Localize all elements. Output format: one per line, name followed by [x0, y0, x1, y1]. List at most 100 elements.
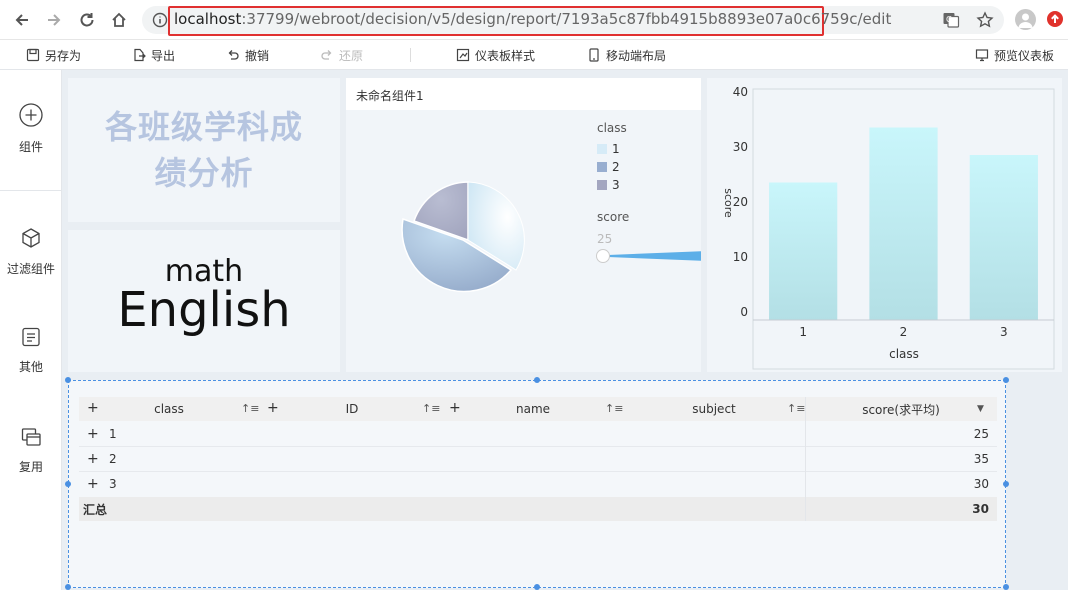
expand-plus-icon[interactable]: +: [87, 422, 99, 446]
sidebar-item-label: 复用: [18, 460, 43, 474]
dashboard-style-icon: [456, 48, 470, 62]
row-class-cell: 1: [109, 427, 117, 441]
expand-plus-icon[interactable]: +: [87, 400, 99, 416]
x-axis-label: class: [889, 347, 919, 361]
x-tick-label: 3: [1000, 325, 1008, 339]
row-class-cell: 2: [109, 452, 117, 466]
column-header-class[interactable]: class: [109, 397, 229, 421]
column-header-score[interactable]: score(求平均): [809, 397, 993, 421]
y-tick-label: 30: [733, 140, 748, 154]
size-legend-value: 25: [597, 232, 613, 246]
resize-handle[interactable]: [65, 584, 71, 590]
dashboard-style-button[interactable]: 仪表板样式: [456, 46, 535, 64]
toolbar-divider: [410, 48, 411, 62]
forward-arrow-icon[interactable]: [42, 8, 66, 32]
expand-plus-icon[interactable]: +: [87, 472, 99, 496]
bar-chart[interactable]: 0102030401 2 3 score class: [707, 78, 1062, 372]
resize-handle[interactable]: [65, 377, 71, 383]
export-button[interactable]: 导出: [132, 46, 175, 64]
bar-class-3[interactable]: [969, 155, 1038, 320]
document-icon: [22, 327, 40, 347]
legend-item[interactable]: 1: [597, 142, 620, 156]
legend-swatch: [597, 162, 607, 172]
undo-label: 撤销: [245, 48, 270, 63]
sidebar-item-reuse[interactable]: 复用: [0, 426, 62, 475]
bar-class-1[interactable]: [769, 182, 838, 321]
bookmark-star-icon[interactable]: [976, 11, 994, 33]
url-path: :37799/webroot/decision/v5/design/report…: [241, 10, 892, 28]
legend-label: 2: [612, 160, 620, 174]
resize-handle[interactable]: [1003, 584, 1009, 590]
sort-icon[interactable]: ↑≡: [422, 402, 440, 415]
dashboard-title-line1: 各班级学科成: [104, 108, 303, 146]
pie-chart-widget[interactable]: 未命名组件1 class 1 2 3 score 25: [346, 78, 701, 372]
sort-icon[interactable]: ↑≡: [605, 402, 623, 415]
save-as-button[interactable]: 另存为: [26, 46, 81, 64]
pie-chart[interactable]: [392, 174, 532, 314]
pie-legend-title: class: [597, 121, 627, 135]
column-header-subject[interactable]: subject: [634, 397, 794, 421]
expand-plus-icon[interactable]: +: [449, 400, 461, 416]
table-total-row[interactable]: 汇总 30: [79, 497, 997, 521]
back-arrow-icon[interactable]: [10, 8, 34, 32]
dashboard-title-line2: 绩分析: [154, 154, 254, 192]
subjects-text-widget[interactable]: math English: [68, 230, 340, 372]
sort-icon[interactable]: ↑≡: [241, 402, 259, 415]
title-widget[interactable]: 各班级学科成 绩分析: [68, 78, 340, 222]
size-legend-bar: [608, 251, 701, 261]
preview-dashboard-button[interactable]: 预览仪表板: [975, 46, 1054, 64]
total-label: 汇总: [83, 502, 108, 517]
table-header: + class ↑≡ + ID ↑≡ + name ↑≡ subject ↑≡ …: [79, 397, 997, 421]
resize-handle[interactable]: [1003, 481, 1009, 487]
home-icon[interactable]: [107, 8, 131, 32]
redo-icon: [321, 50, 332, 60]
svg-text:G: G: [946, 15, 952, 24]
info-icon[interactable]: [152, 12, 168, 32]
resize-handle[interactable]: [534, 377, 540, 383]
redo-button[interactable]: 还原: [320, 46, 363, 64]
resize-handle[interactable]: [65, 481, 71, 487]
table-row[interactable]: + 3 30: [79, 472, 997, 496]
legend-item[interactable]: 3: [597, 178, 620, 192]
bar-chart-widget[interactable]: 0 10 20 30 40 1 2 3 score class: [707, 78, 1062, 372]
chevron-down-icon[interactable]: ▼: [977, 404, 984, 414]
legend-swatch: [597, 180, 607, 190]
legend-item[interactable]: 2: [597, 160, 620, 174]
mobile-layout-button[interactable]: 移动端布局: [587, 46, 666, 64]
resize-handle[interactable]: [1003, 377, 1009, 383]
export-icon: [134, 48, 146, 62]
sidebar-item-other[interactable]: 其他: [0, 326, 62, 375]
table-row[interactable]: + 2 35: [79, 447, 997, 471]
update-icon[interactable]: [1046, 10, 1064, 32]
x-tick-label: 2: [900, 325, 908, 339]
expand-plus-icon[interactable]: +: [87, 447, 99, 471]
monitor-icon: [975, 49, 989, 62]
bar-class-2[interactable]: [869, 127, 938, 321]
sidebar-item-filter-components[interactable]: 过滤组件: [0, 226, 62, 277]
dashboard-style-label: 仪表板样式: [475, 48, 536, 63]
column-header-name[interactable]: name: [471, 397, 595, 421]
translate-icon[interactable]: G: [942, 11, 960, 33]
preview-dashboard-label: 预览仪表板: [994, 48, 1055, 63]
reload-icon[interactable]: [75, 8, 99, 32]
profile-avatar-icon[interactable]: [1015, 9, 1036, 30]
url-text[interactable]: localhost:37799/webroot/decision/v5/desi…: [174, 10, 891, 28]
export-label: 导出: [151, 48, 176, 63]
mobile-icon: [589, 48, 599, 62]
sidebar-item-components[interactable]: 组件: [0, 102, 62, 155]
detail-table-widget[interactable]: + class ↑≡ + ID ↑≡ + name ↑≡ subject ↑≡ …: [65, 377, 1009, 590]
legend-label: 3: [612, 178, 620, 192]
resize-handle[interactable]: [534, 584, 540, 590]
undo-icon: [228, 50, 239, 60]
undo-button[interactable]: 撤销: [226, 46, 269, 64]
redo-label: 还原: [339, 48, 364, 63]
table-row[interactable]: + 1 25: [79, 422, 997, 446]
sort-icon[interactable]: ↑≡: [787, 402, 805, 415]
size-legend-handle[interactable]: [596, 249, 610, 263]
total-score-cell: 30: [972, 502, 989, 516]
column-header-id[interactable]: ID: [289, 397, 415, 421]
expand-plus-icon[interactable]: +: [267, 400, 279, 416]
windows-icon: [21, 428, 41, 446]
size-legend-title: score: [597, 210, 630, 224]
y-tick-label: 10: [733, 250, 748, 264]
